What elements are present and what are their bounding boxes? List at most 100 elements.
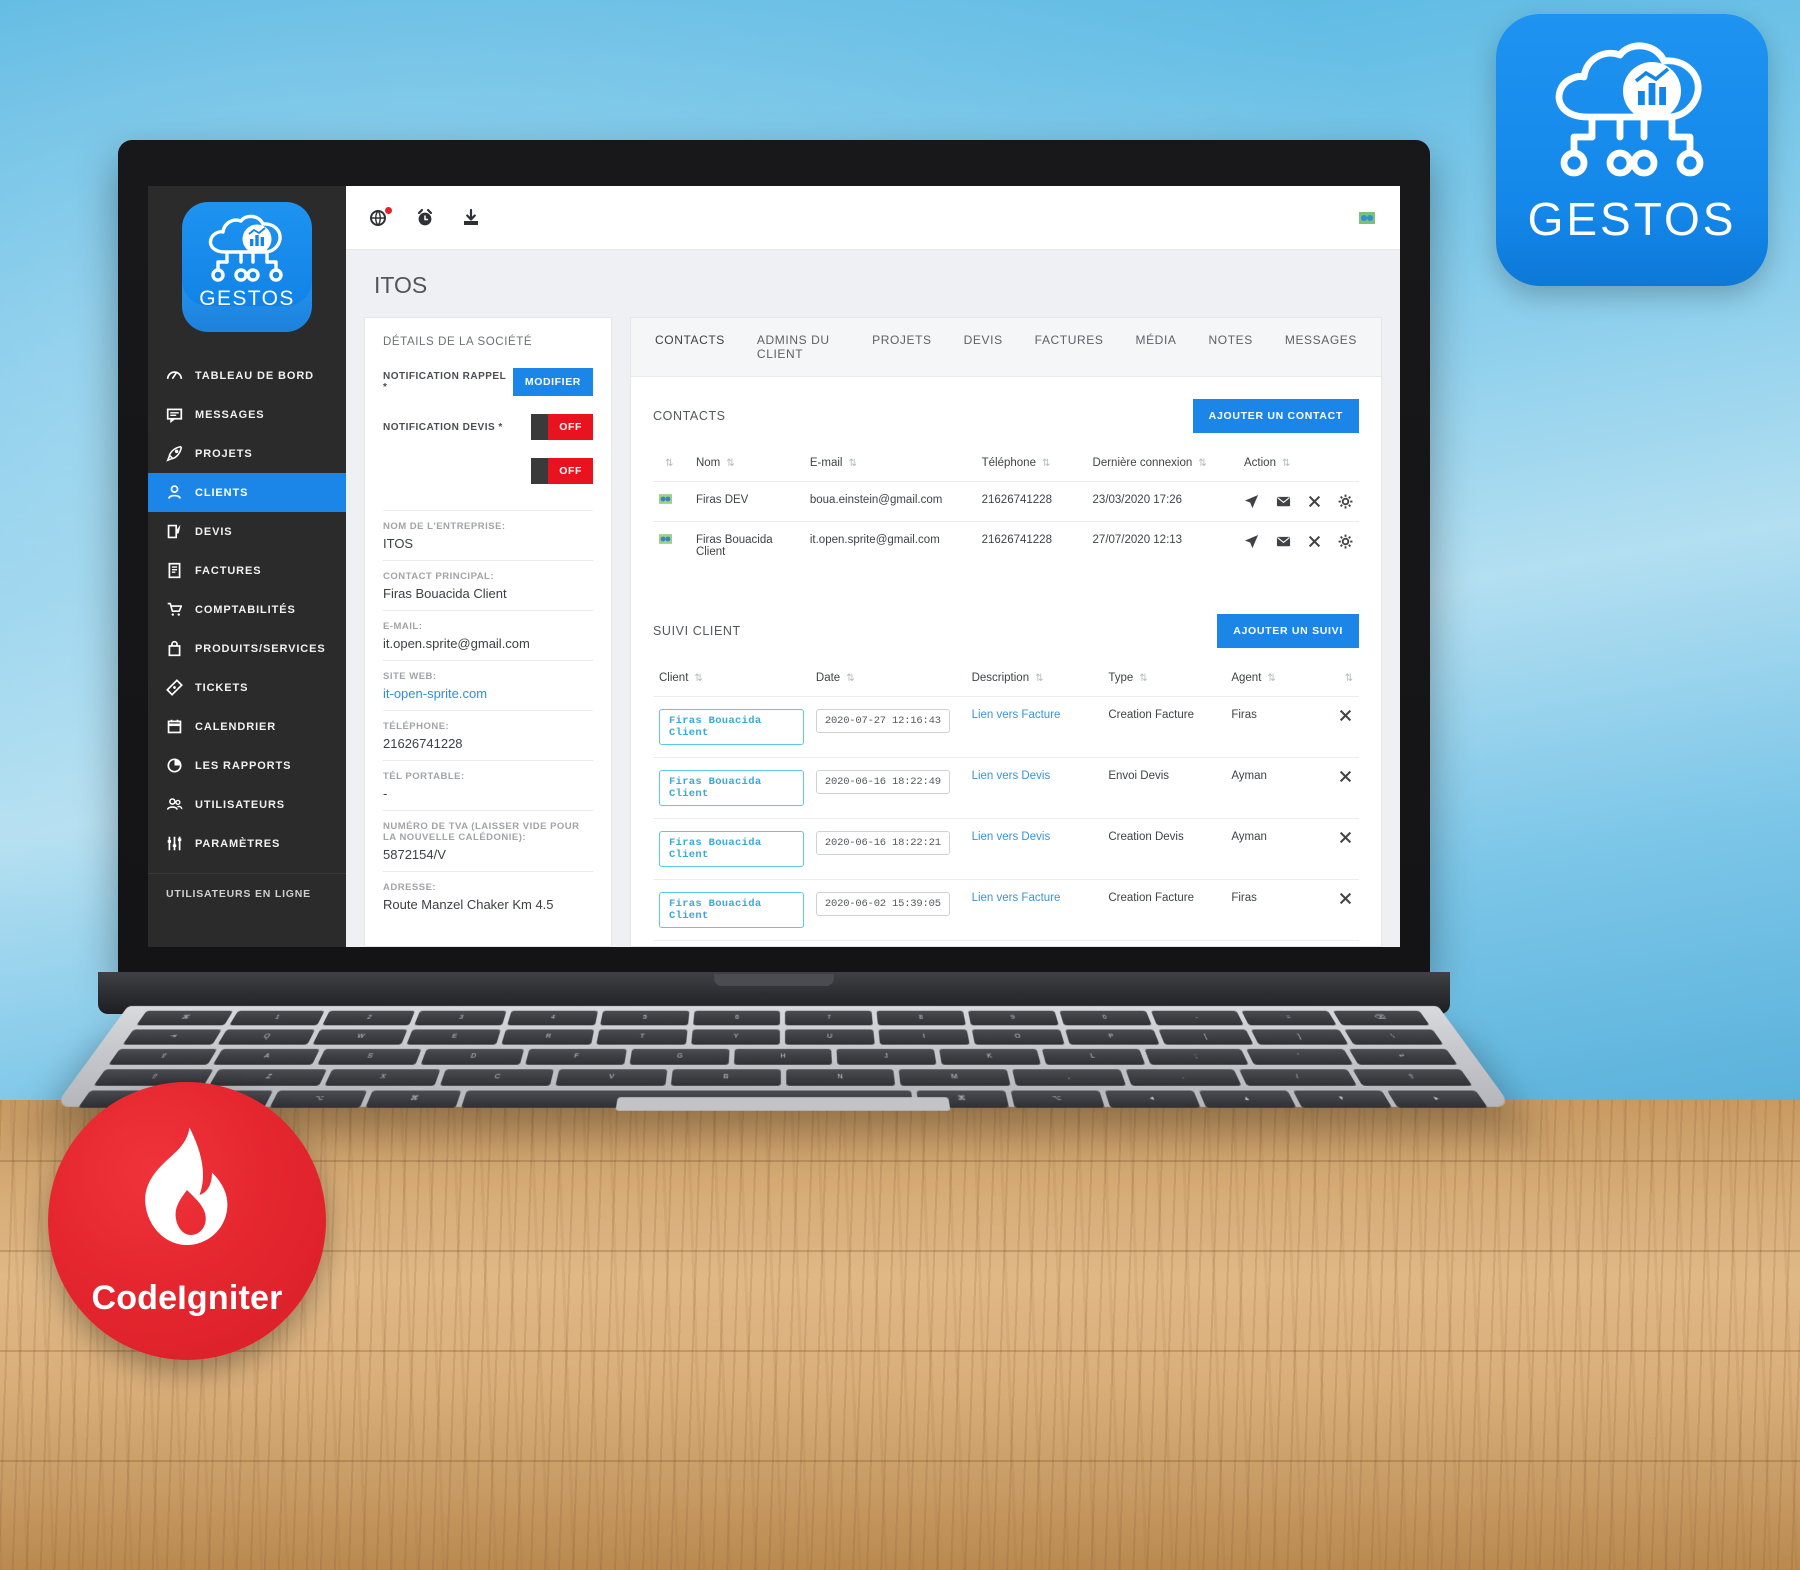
col-suivi-action[interactable]: ⇅ — [1333, 666, 1359, 697]
key[interactable]: \ — [1344, 1029, 1444, 1045]
tab-contacts[interactable]: CONTACTS — [639, 318, 741, 376]
key[interactable]: B — [670, 1069, 781, 1086]
alarm-icon[interactable] — [414, 207, 436, 229]
key[interactable]: 7 — [785, 1010, 874, 1026]
description-link[interactable]: Lien vers Facture — [972, 709, 1061, 721]
col-description[interactable]: Description ⇅ — [966, 666, 1103, 697]
table-row[interactable]: Firas Bouacida Client 2020-06-02 15:39:0… — [653, 879, 1359, 941]
key[interactable]: - — [1150, 1010, 1245, 1026]
key[interactable]: ⇧ — [1352, 1069, 1473, 1086]
key[interactable]: G — [629, 1048, 730, 1065]
key[interactable]: = — [1241, 1010, 1337, 1026]
sort-icon[interactable]: ⇅ — [665, 458, 673, 469]
key[interactable]: R — [501, 1029, 595, 1045]
sort-icon[interactable]: ⇅ — [1042, 458, 1050, 469]
client-chip[interactable]: Firas Bouacida Client — [659, 709, 804, 745]
table-row[interactable]: Firas Bouacida Client 2020-06-16 18:22:2… — [653, 818, 1359, 880]
key[interactable]: ⇥ — [122, 1029, 222, 1045]
key[interactable]: S — [316, 1048, 422, 1065]
tab-factures[interactable]: FACTURES — [1019, 318, 1120, 376]
table-row[interactable]: Firas DEV boua.einstein@gmail.com 216267… — [653, 481, 1359, 522]
sort-icon[interactable]: ⇅ — [1345, 673, 1353, 684]
key[interactable]: 5 — [600, 1010, 690, 1026]
sidebar-item-devis[interactable]: DEVIS — [148, 512, 346, 551]
key[interactable]: 2 — [321, 1010, 416, 1026]
col-email[interactable]: E-mail ⇅ — [804, 451, 976, 482]
key[interactable]: ↵ — [1349, 1048, 1458, 1065]
add-suivi-button[interactable]: AJOUTER UN SUIVI — [1217, 614, 1359, 648]
sidebar-item-projets[interactable]: PROJETS — [148, 434, 346, 473]
sidebar-item-comptabilites[interactable]: COMPTABILITÉS — [148, 590, 346, 629]
close-icon[interactable] — [1339, 709, 1352, 725]
key[interactable]: ⌘ — [365, 1090, 462, 1108]
description-link[interactable]: Lien vers Devis — [972, 770, 1051, 782]
key[interactable]: ▾ — [1292, 1090, 1393, 1108]
col-nom[interactable]: Nom ⇅ — [690, 451, 804, 482]
close-icon[interactable] — [1308, 495, 1321, 508]
key[interactable]: C — [439, 1069, 554, 1086]
sort-icon[interactable]: ⇅ — [726, 458, 734, 469]
tab-devis[interactable]: DEVIS — [948, 318, 1019, 376]
col-agent[interactable]: Agent ⇅ — [1225, 666, 1332, 697]
key[interactable]: ◂ — [1104, 1090, 1201, 1108]
col-date[interactable]: Date ⇅ — [810, 666, 966, 697]
field-value-link[interactable]: it-open-sprite.com — [383, 686, 593, 701]
key[interactable]: Y — [690, 1029, 781, 1045]
sort-icon[interactable]: ⇅ — [1139, 673, 1147, 684]
key[interactable]: K — [939, 1048, 1041, 1065]
col-avatar[interactable]: ⇅ — [653, 451, 690, 482]
key[interactable]: ▸ — [1386, 1090, 1488, 1108]
sort-icon[interactable]: ⇅ — [846, 673, 854, 684]
sort-icon[interactable]: ⇅ — [694, 673, 702, 684]
key[interactable]: , — [1012, 1069, 1127, 1086]
key[interactable]: P — [1065, 1029, 1160, 1045]
key[interactable]: I — [878, 1029, 970, 1045]
col-telephone[interactable]: Téléphone ⇅ — [976, 451, 1087, 482]
sidebar-item-messages[interactable]: MESSAGES — [148, 395, 346, 434]
sidebar-item-produits-services[interactable]: PRODUITS/SERVICES — [148, 629, 346, 668]
key[interactable]: N — [785, 1069, 896, 1086]
key[interactable]: F — [525, 1048, 627, 1065]
tab-notes[interactable]: NOTES — [1193, 318, 1269, 376]
client-chip[interactable]: Firas Bouacida Client — [659, 770, 804, 806]
close-icon[interactable] — [1339, 831, 1352, 847]
description-link[interactable]: Lien vers Facture — [972, 892, 1061, 904]
key[interactable]: U — [785, 1029, 876, 1045]
col-client[interactable]: Client ⇅ — [653, 666, 810, 697]
key[interactable]: T — [596, 1029, 688, 1045]
tab-projets[interactable]: PROJETS — [856, 318, 948, 376]
mail-icon[interactable] — [1276, 494, 1291, 509]
send-icon[interactable] — [1244, 534, 1259, 549]
key[interactable]: O — [971, 1029, 1065, 1045]
sidebar-item-parametres[interactable]: PARAMÈTRES — [148, 824, 346, 863]
key[interactable]: ⌥ — [1010, 1090, 1105, 1108]
sort-icon[interactable]: ⇅ — [1198, 458, 1206, 469]
key[interactable]: ] — [1251, 1029, 1349, 1045]
sort-icon[interactable]: ⇅ — [1282, 458, 1290, 469]
globe-notification-icon[interactable] — [368, 205, 393, 229]
key[interactable]: X — [324, 1069, 441, 1086]
add-contact-button[interactable]: AJOUTER UN CONTACT — [1192, 399, 1359, 433]
key[interactable]: Z — [208, 1069, 327, 1086]
key[interactable]: W — [312, 1029, 408, 1045]
table-row[interactable]: Firas Bouacida Client 2020-07-27 12:16:4… — [653, 696, 1359, 758]
close-icon[interactable] — [1339, 770, 1352, 786]
download-icon[interactable] — [460, 207, 482, 229]
key[interactable]: 0 — [1059, 1010, 1152, 1026]
key[interactable]: ⌥ — [269, 1090, 368, 1108]
key[interactable]: 3 — [414, 1010, 507, 1026]
key[interactable]: A — [212, 1048, 320, 1065]
client-chip[interactable]: Firas Bouacida Client — [659, 831, 804, 867]
key[interactable]: ' — [1246, 1048, 1354, 1065]
notification-extra-toggle[interactable]: OFF — [531, 458, 593, 484]
sidebar-item-utilisateurs[interactable]: UTILISATEURS — [148, 785, 346, 824]
key[interactable]: Q — [217, 1029, 315, 1045]
col-derniere-connexion[interactable]: Dernière connexion ⇅ — [1087, 451, 1238, 482]
gear-icon[interactable] — [1338, 494, 1353, 509]
sidebar-item-tableau-de-bord[interactable]: TABLEAU DE BORD — [148, 356, 346, 395]
key[interactable]: H — [733, 1048, 833, 1065]
key[interactable]: E — [406, 1029, 501, 1045]
key[interactable]: ⌘ — [136, 1010, 233, 1026]
close-icon[interactable] — [1339, 892, 1352, 908]
close-icon[interactable] — [1308, 535, 1321, 548]
